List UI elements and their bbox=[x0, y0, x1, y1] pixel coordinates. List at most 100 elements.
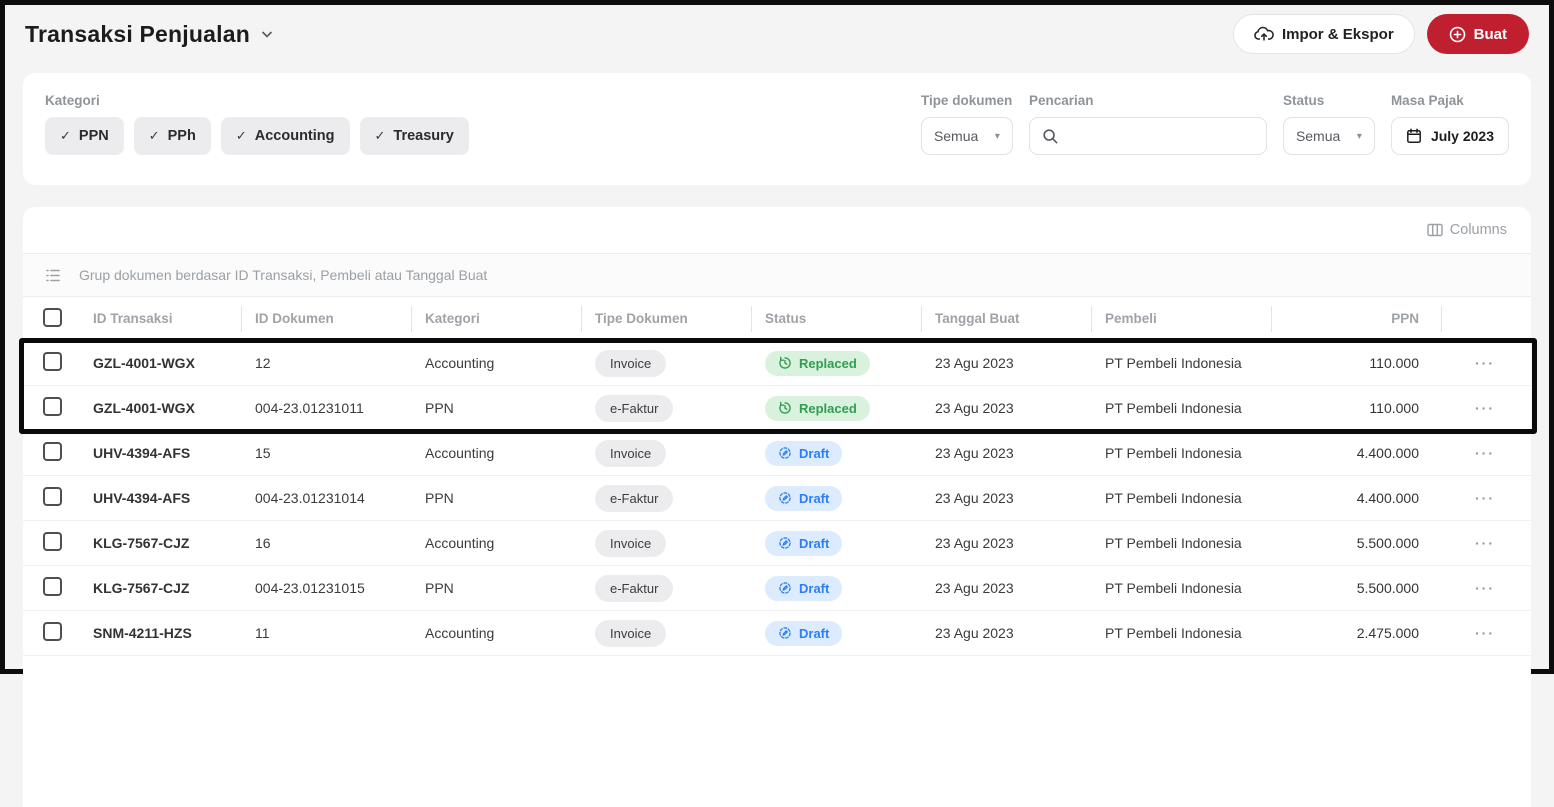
tipe-dokumen-filter: Tipe dokumen Semua ▾ bbox=[920, 93, 1013, 161]
row-checkbox[interactable] bbox=[43, 352, 62, 371]
header-tipe-dokumen[interactable]: Tipe Dokumen bbox=[581, 311, 751, 326]
page-header: Transaksi Penjualan Impor & Ekspor Buat bbox=[5, 5, 1549, 63]
status-label: Draft bbox=[799, 490, 830, 506]
cell-created-date: 23 Agu 2023 bbox=[935, 490, 1014, 506]
row-checkbox[interactable] bbox=[43, 532, 62, 551]
caret-down-icon: ▾ bbox=[994, 130, 1000, 142]
header-kategori[interactable]: Kategori bbox=[411, 311, 581, 326]
status-badge: Draft bbox=[765, 485, 843, 511]
page: { "header": { "title": "Transaksi Penjua… bbox=[0, 0, 1554, 807]
row-actions-button[interactable]: ··· bbox=[1441, 580, 1511, 596]
header-status[interactable]: Status bbox=[751, 311, 921, 326]
cell-buyer: PT Pembeli Indonesia bbox=[1105, 625, 1242, 641]
select-all-cell bbox=[43, 307, 79, 330]
table-row[interactable]: KLG-7567-CJZ 16 Accounting Invoice Draft… bbox=[23, 521, 1531, 566]
row-actions-button[interactable]: ··· bbox=[1441, 445, 1511, 461]
columns-button[interactable]: Columns bbox=[1427, 222, 1507, 238]
header-pembeli[interactable]: Pembeli bbox=[1091, 311, 1271, 326]
doc-type-chip: e-Faktur bbox=[595, 574, 674, 602]
chip-pph[interactable]: ✓ PPh bbox=[133, 117, 211, 155]
cell-buyer: PT Pembeli Indonesia bbox=[1105, 445, 1242, 461]
page-title-group[interactable]: Transaksi Penjualan bbox=[25, 21, 274, 48]
status-label: Draft bbox=[799, 580, 830, 596]
status-label: Draft bbox=[799, 625, 830, 641]
calendar-icon bbox=[1406, 128, 1422, 144]
cell-created-date: 23 Agu 2023 bbox=[935, 580, 1014, 596]
cell-created-date: 23 Agu 2023 bbox=[935, 445, 1014, 461]
columns-icon bbox=[1427, 223, 1443, 237]
table-row[interactable]: KLG-7567-CJZ 004-23.01231015 PPN e-Faktu… bbox=[23, 566, 1531, 611]
tipe-dokumen-label: Tipe dokumen bbox=[920, 93, 1013, 108]
cell-category: PPN bbox=[425, 400, 454, 416]
cell-transaction-id: UHV-4394-AFS bbox=[93, 490, 191, 506]
doc-type-chip: e-Faktur bbox=[595, 484, 674, 512]
search-input[interactable] bbox=[1066, 128, 1254, 144]
row-checkbox-cell bbox=[43, 352, 79, 374]
row-actions-button[interactable]: ··· bbox=[1441, 490, 1511, 506]
table-card: Columns Grup dokumen berdasar ID Transak… bbox=[19, 207, 1537, 807]
chip-treasury[interactable]: ✓ Treasury bbox=[359, 117, 469, 155]
status-select[interactable]: Semua ▾ bbox=[1282, 117, 1375, 155]
chip-accounting[interactable]: ✓ Accounting bbox=[220, 117, 350, 155]
row-actions-button[interactable]: ··· bbox=[1441, 355, 1511, 371]
cell-category: PPN bbox=[425, 490, 454, 506]
header-ppn[interactable]: PPN bbox=[1271, 311, 1441, 326]
group-by-bar[interactable]: Grup dokumen berdasar ID Transaksi, Pemb… bbox=[23, 253, 1531, 297]
cell-document-id: 004-23.01231014 bbox=[255, 490, 365, 506]
table-row[interactable]: GZL-4001-WGX 12 Accounting Invoice Repla… bbox=[23, 341, 1531, 386]
create-button[interactable]: Buat bbox=[1426, 14, 1529, 54]
cell-ppn: 110.000 bbox=[1369, 355, 1419, 371]
select-all-checkbox[interactable] bbox=[43, 307, 62, 327]
header-id-transaksi[interactable]: ID Transaksi bbox=[79, 311, 241, 326]
cell-document-id: 16 bbox=[255, 535, 271, 551]
chevron-down-icon[interactable] bbox=[260, 27, 274, 41]
table-row[interactable]: GZL-4001-WGX 004-23.01231011 PPN e-Faktu… bbox=[23, 386, 1531, 431]
chip-label: PPh bbox=[167, 128, 196, 144]
check-icon: ✓ bbox=[148, 128, 160, 143]
row-checkbox[interactable] bbox=[43, 622, 62, 641]
check-icon: ✓ bbox=[235, 128, 247, 143]
row-checkbox-cell bbox=[43, 622, 79, 644]
table-row[interactable]: SNM-4211-HZS 11 Accounting Invoice Draft… bbox=[23, 611, 1531, 656]
row-actions-button[interactable]: ··· bbox=[1441, 400, 1511, 416]
import-export-button[interactable]: Impor & Ekspor bbox=[1232, 14, 1415, 54]
cell-ppn: 4.400.000 bbox=[1356, 445, 1419, 461]
header-tanggal-buat[interactable]: Tanggal Buat bbox=[921, 311, 1091, 326]
cell-doc-type: e-Faktur bbox=[581, 484, 751, 512]
masa-pajak-label: Masa Pajak bbox=[1390, 93, 1464, 108]
cell-doc-type: e-Faktur bbox=[581, 394, 751, 422]
table-row[interactable]: UHV-4394-AFS 004-23.01231014 PPN e-Faktu… bbox=[23, 476, 1531, 521]
header-actions: Impor & Ekspor Buat bbox=[1232, 14, 1529, 54]
masa-pajak-picker[interactable]: July 2023 bbox=[1390, 117, 1509, 155]
table-header-row: ID Transaksi ID Dokumen Kategori Tipe Do… bbox=[23, 297, 1531, 341]
status-label: Replaced bbox=[799, 355, 857, 371]
draft-pencil-icon bbox=[778, 446, 792, 460]
chip-ppn[interactable]: ✓ PPN bbox=[45, 117, 124, 155]
group-by-text: Grup dokumen berdasar ID Transaksi, Pemb… bbox=[79, 267, 488, 283]
row-actions-button[interactable]: ··· bbox=[1441, 625, 1511, 641]
cell-ppn: 2.475.000 bbox=[1356, 625, 1419, 641]
header-id-dokumen[interactable]: ID Dokumen bbox=[241, 311, 411, 326]
doc-type-chip: Invoice bbox=[595, 529, 667, 557]
filter-card: Kategori ✓ PPN ✓ PPh ✓ Accounting ✓ Trea… bbox=[23, 73, 1531, 185]
search-box bbox=[1028, 117, 1267, 155]
history-icon bbox=[778, 401, 792, 415]
cell-created-date: 23 Agu 2023 bbox=[935, 355, 1014, 371]
row-actions-button[interactable]: ··· bbox=[1441, 535, 1511, 551]
cell-ppn: 5.500.000 bbox=[1356, 535, 1419, 551]
row-checkbox[interactable] bbox=[43, 577, 62, 596]
status-badge: Draft bbox=[765, 575, 843, 601]
row-checkbox[interactable] bbox=[43, 442, 62, 461]
kategori-chips: ✓ PPN ✓ PPh ✓ Accounting ✓ Treasury bbox=[45, 117, 469, 155]
cell-category: Accounting bbox=[425, 355, 495, 371]
table-body: GZL-4001-WGX 12 Accounting Invoice Repla… bbox=[19, 338, 1537, 656]
row-checkbox[interactable] bbox=[43, 487, 62, 506]
cell-document-id: 004-23.01231015 bbox=[255, 580, 365, 596]
row-checkbox[interactable] bbox=[43, 397, 62, 416]
cell-doc-type: e-Faktur bbox=[581, 574, 751, 602]
status-label: Draft bbox=[799, 445, 830, 461]
cell-status: Draft bbox=[751, 530, 921, 556]
tipe-dokumen-select[interactable]: Semua ▾ bbox=[920, 117, 1013, 155]
table-row[interactable]: UHV-4394-AFS 15 Accounting Invoice Draft… bbox=[23, 431, 1531, 476]
chip-label: PPN bbox=[78, 128, 109, 144]
